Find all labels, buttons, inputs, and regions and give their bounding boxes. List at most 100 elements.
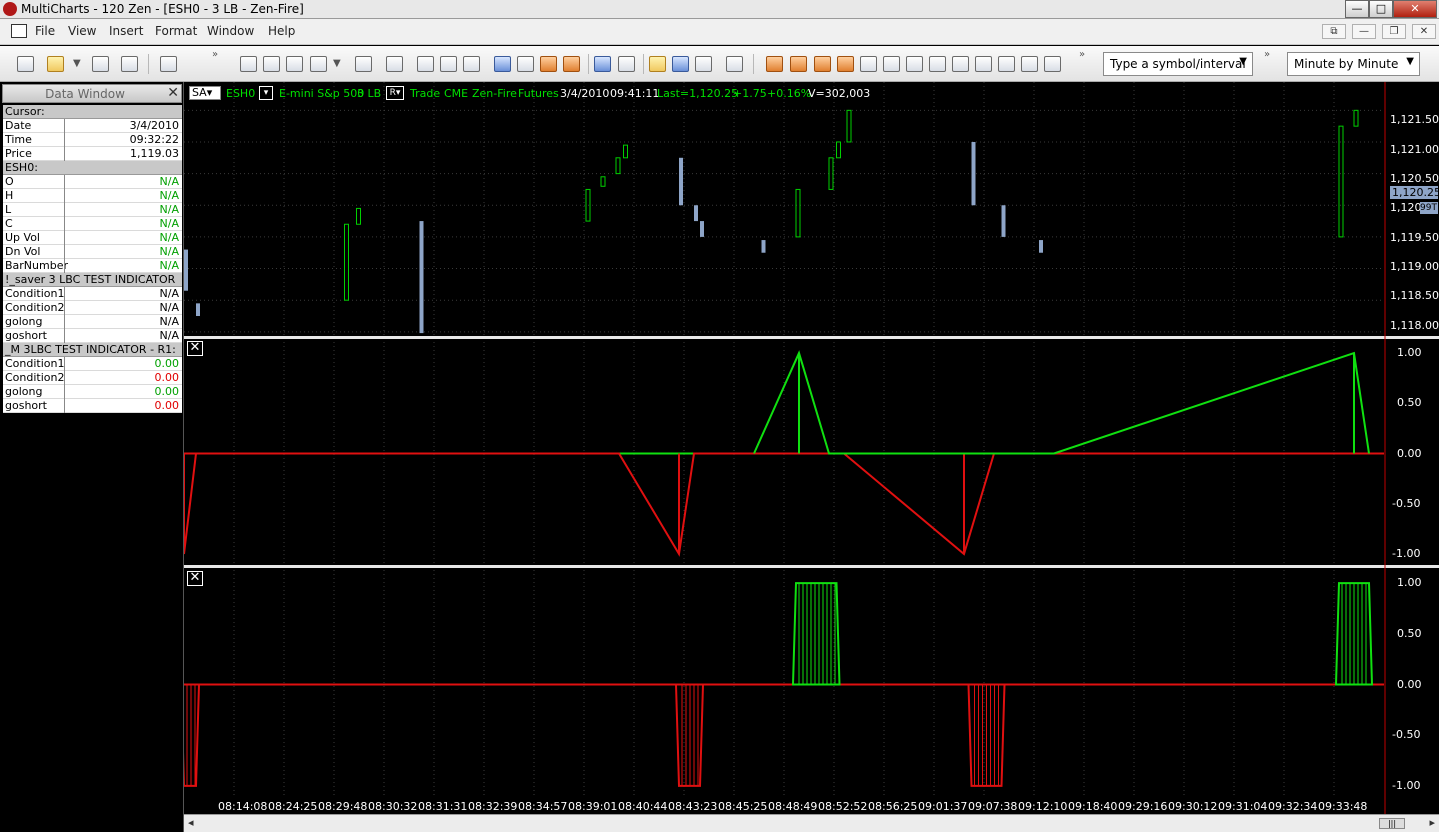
horizontal-scrollbar[interactable]: ◂ ||| ▸ xyxy=(184,814,1439,832)
minimize-button[interactable]: — xyxy=(1345,0,1369,18)
header-exchange: CME xyxy=(444,87,469,100)
resolution-text: Minute by Minute xyxy=(1294,57,1399,71)
zigzag-icon[interactable] xyxy=(517,56,534,72)
scroll-left-arrow-icon[interactable]: ◂ xyxy=(188,816,194,829)
r-button[interactable]: R▾ xyxy=(386,86,404,100)
menu-view[interactable]: View xyxy=(68,24,96,38)
data-window-value: 0.00 xyxy=(154,385,180,398)
new-chart-icon[interactable] xyxy=(240,56,257,72)
data-window-value: 0.00 xyxy=(154,399,180,412)
data-window-key: Cursor: xyxy=(5,105,45,118)
scroll-right-arrow-icon[interactable]: ▸ xyxy=(1429,816,1435,829)
zoom-out-icon[interactable] xyxy=(1021,56,1038,72)
resolution-select[interactable]: Minute by Minute ▼ xyxy=(1287,52,1420,76)
volume-tag: 99T xyxy=(1420,202,1438,214)
panel-icon[interactable] xyxy=(726,56,743,72)
print-icon[interactable] xyxy=(121,56,138,72)
new-window-dropdown-icon[interactable]: ▼ xyxy=(333,58,341,69)
hourglass-icon[interactable] xyxy=(814,56,831,72)
data-window-row: Price 1,119.03 xyxy=(3,147,182,161)
open-folder-icon[interactable] xyxy=(47,56,64,72)
add-drawing-icon[interactable] xyxy=(672,56,689,72)
new-workspace-icon[interactable] xyxy=(17,56,34,72)
time-axis-label: 08:45:25 xyxy=(718,800,768,813)
price-axis-label: 1,118.00 xyxy=(1390,319,1439,332)
save-icon[interactable] xyxy=(92,56,109,72)
toolbar-overflow-icon[interactable]: » xyxy=(1079,49,1085,60)
strategy-icon[interactable] xyxy=(540,56,557,72)
drawing-tools-icon[interactable] xyxy=(695,56,712,72)
maximize-button[interactable]: □ xyxy=(1369,0,1393,18)
toolbar-overflow-icon[interactable]: » xyxy=(212,49,218,60)
refresh-icon[interactable] xyxy=(1044,56,1061,72)
crosshair-icon[interactable] xyxy=(618,56,635,72)
expand-vertical-icon[interactable] xyxy=(837,56,854,72)
symbol-interval-input[interactable]: Type a symbol/interval ▼ xyxy=(1103,52,1253,76)
symbol-dropdown-icon[interactable]: ▼ xyxy=(1239,56,1247,67)
signals-icon[interactable] xyxy=(563,56,580,72)
cursor-mode-icon[interactable] xyxy=(494,56,511,72)
compress-icon[interactable] xyxy=(952,56,969,72)
format-instrument-icon[interactable] xyxy=(355,56,372,72)
data-window-panel: Data Window ✕ Cursor: Date 3/4/2010 Time 09:… xyxy=(0,82,184,832)
sa-button[interactable]: SA▾ xyxy=(189,86,221,100)
price-brick-down xyxy=(761,240,766,253)
scroll-thumb[interactable]: ||| xyxy=(1379,818,1405,829)
scale-up-icon[interactable] xyxy=(860,56,877,72)
new-scanner-icon[interactable] xyxy=(263,56,280,72)
price-brick-up xyxy=(623,144,628,159)
data-window-close-icon[interactable]: ✕ xyxy=(167,85,179,101)
candlestick-icon[interactable] xyxy=(440,56,457,72)
price-brick-up xyxy=(1338,125,1344,238)
price-axis-label: 1,121.50 xyxy=(1390,113,1439,126)
expand-icon[interactable] xyxy=(975,56,992,72)
comment-icon[interactable] xyxy=(649,56,666,72)
scroll-right-icon[interactable] xyxy=(929,56,946,72)
new-dom-icon[interactable] xyxy=(286,56,303,72)
data-window-divider xyxy=(64,329,65,343)
zoom-in-icon[interactable] xyxy=(998,56,1015,72)
menu-help[interactable]: Help xyxy=(268,24,295,38)
r-dropdown-icon: ▾ xyxy=(395,88,401,98)
data-window-key: Date xyxy=(5,119,32,132)
document-icon[interactable] xyxy=(11,24,27,38)
menu-window[interactable]: Window xyxy=(207,24,254,38)
mdi-restore-icon[interactable]: ⧉ xyxy=(1322,24,1346,39)
open-dropdown-icon[interactable]: ▼ xyxy=(73,58,81,69)
close-button[interactable]: ✕ xyxy=(1393,0,1437,18)
menu-format[interactable]: Format xyxy=(155,24,197,38)
scale-down-icon[interactable] xyxy=(883,56,900,72)
mdi-minimize-icon[interactable]: — xyxy=(1352,24,1376,39)
data-window-key: golong xyxy=(5,385,43,398)
data-window-key: Up Vol xyxy=(5,231,40,244)
mdi-close-icon[interactable]: ✕ xyxy=(1412,24,1436,39)
symbol-dropdown-icon[interactable]: ▾ xyxy=(259,86,273,100)
menu-insert[interactable]: Insert xyxy=(109,24,143,38)
scroll-both-icon[interactable] xyxy=(790,56,807,72)
time-axis-label: 09:31:04 xyxy=(1218,800,1268,813)
panel3-close-icon[interactable]: ✕ xyxy=(187,571,203,586)
time-axis-label: 09:33:48 xyxy=(1318,800,1368,813)
toolbar-overflow-icon[interactable]: » xyxy=(1264,49,1270,60)
header-change: +1.75 xyxy=(733,87,767,100)
ohlc-bar-icon[interactable] xyxy=(417,56,434,72)
scroll-left-icon[interactable] xyxy=(906,56,923,72)
sa-label: SA xyxy=(192,86,207,99)
price-brick-down xyxy=(196,303,200,317)
resolution-dropdown-icon[interactable]: ▼ xyxy=(1406,56,1414,67)
panel2-close-icon[interactable]: ✕ xyxy=(187,341,203,356)
scroll-start-icon[interactable] xyxy=(766,56,783,72)
menu-file[interactable]: File xyxy=(35,24,55,38)
check-icon[interactable] xyxy=(463,56,480,72)
data-window-icon[interactable] xyxy=(160,56,177,72)
new-window-icon[interactable] xyxy=(310,56,327,72)
pointer-icon[interactable] xyxy=(594,56,611,72)
header-volume: V=302,003 xyxy=(808,87,871,100)
mdi-maximize-icon[interactable]: ❐ xyxy=(1382,24,1406,39)
chart-area[interactable]: SA▾ ESH0 ▾ E-mini S&p 500 3 LB R▾ Trade … xyxy=(184,82,1439,832)
data-window-row: Time 09:32:22 xyxy=(3,133,182,147)
format-indicators-icon[interactable] xyxy=(386,56,403,72)
chart-canvas[interactable] xyxy=(184,82,1439,832)
data-window-row: goshort N/A xyxy=(3,329,182,343)
data-window-key: goshort xyxy=(5,329,47,342)
